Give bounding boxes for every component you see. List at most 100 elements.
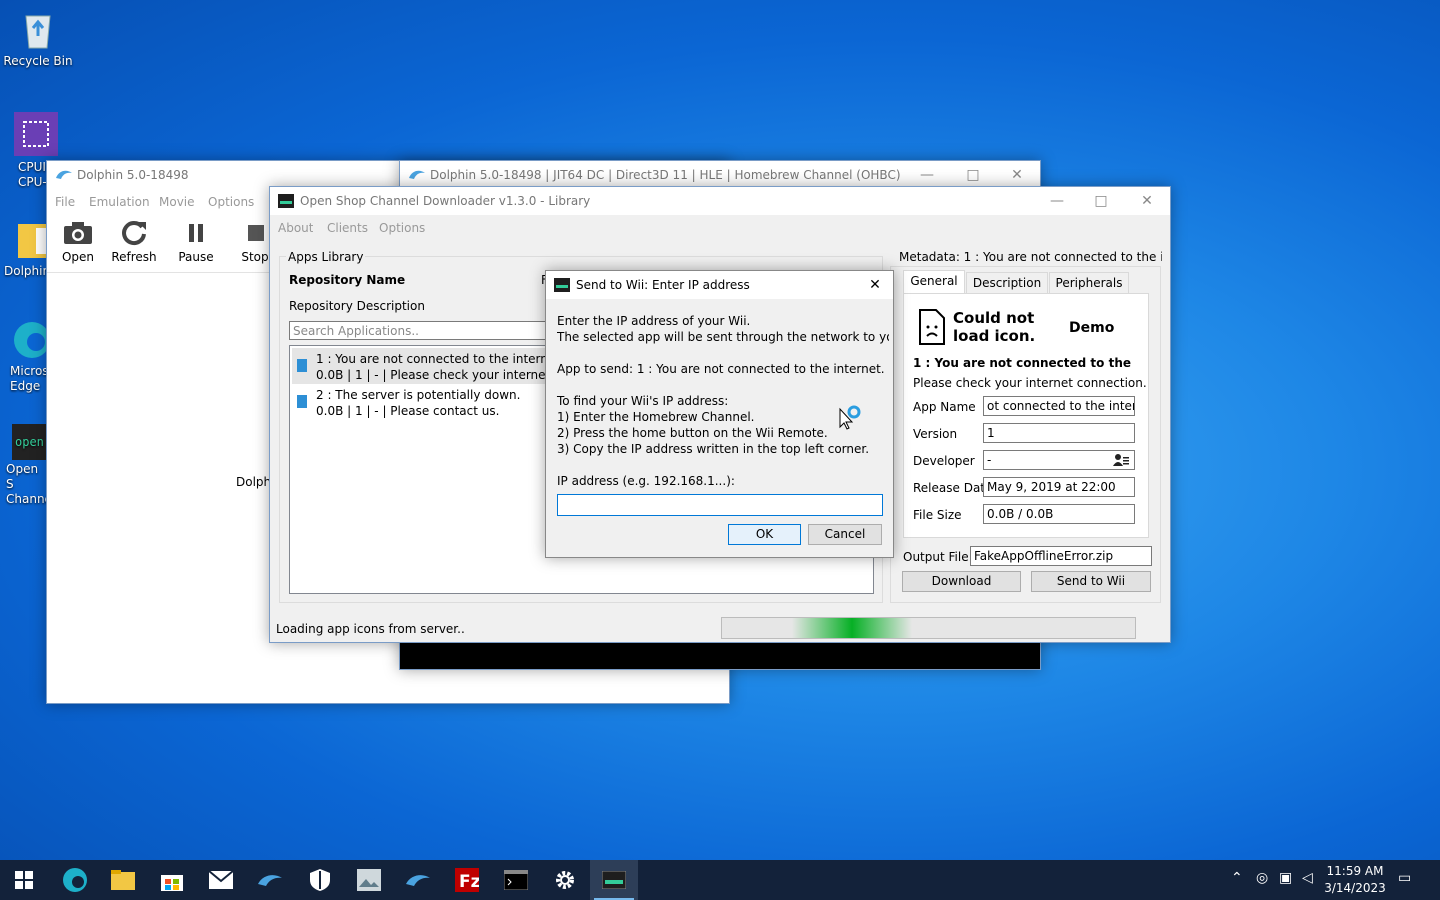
output-file-label: Output File (903, 550, 969, 564)
close-button[interactable]: ✕ (994, 161, 1040, 189)
store-icon (161, 875, 183, 891)
app-name-field[interactable]: ot connected to the internet. (983, 396, 1135, 416)
tab-peripherals[interactable]: Peripherals (1049, 272, 1129, 294)
list-item-detail: 0.0B | 1 | - | Please check your interne… (316, 368, 546, 382)
dolphin-menu-file[interactable]: File (55, 195, 75, 209)
close-button[interactable]: ✕ (856, 271, 894, 299)
open-button[interactable]: Open (50, 218, 106, 264)
clock[interactable]: 11:59 AM 3/14/2023 (1323, 863, 1387, 897)
desktop-icon-recycle-bin[interactable]: Recycle Bin (0, 8, 76, 69)
taskbar-image-app[interactable] (345, 860, 393, 900)
taskbar-file-explorer[interactable] (99, 860, 147, 900)
pause-button[interactable]: Pause (168, 218, 224, 264)
repository-description: Repository Description (289, 299, 425, 313)
send-to-wii-button[interactable]: Send to Wii (1031, 571, 1151, 592)
taskbar-security[interactable] (296, 860, 344, 900)
cpu-icon (12, 110, 60, 158)
ok-button[interactable]: OK (728, 524, 801, 545)
app-title: 1 : You are not connected to the (913, 356, 1132, 370)
tab-description[interactable]: Description (966, 272, 1048, 294)
version-field[interactable]: 1 (983, 423, 1135, 443)
output-file-field[interactable]: FakeAppOfflineError.zip (970, 546, 1152, 566)
repository-name: Repository Name (289, 273, 406, 287)
download-button[interactable]: Download (902, 571, 1021, 592)
taskbar-terminal[interactable] (492, 860, 540, 900)
taskbar-mail[interactable] (197, 860, 245, 900)
maximize-button[interactable]: □ (950, 161, 996, 189)
desktop-icon-dolphin[interactable]: Dolphin (0, 218, 50, 279)
release-date-label: Release Date (913, 481, 993, 495)
start-button[interactable] (0, 860, 48, 900)
dolphin-game-list-text: Dolphi (236, 475, 270, 489)
progress-bar (721, 617, 1136, 639)
file-size-field[interactable]: 0.0B / 0.0B (983, 504, 1135, 524)
taskbar: Fz ⌃ ◎ ▣ ◁ 11:59 AM 3/14/2023 ▭ (0, 860, 1440, 900)
taskbar-store[interactable] (148, 860, 196, 900)
minimize-button[interactable]: — (1034, 187, 1080, 215)
dialog-intro-line2: The selected app will be sent through th… (557, 330, 889, 344)
svg-text:Fz: Fz (459, 872, 479, 892)
developer-label: Developer (913, 454, 975, 468)
desktop-icon-edge[interactable]: Micros Edge (0, 318, 50, 394)
folder-icon (111, 870, 135, 890)
osc-titlebar[interactable]: Open Shop Channel Downloader v1.3.0 - Li… (270, 187, 1170, 215)
desktop-icon-open-shop[interactable]: open Open S Channe (0, 424, 48, 507)
dolphin-menu-movie[interactable]: Movie (159, 195, 195, 209)
taskbar-settings[interactable] (541, 860, 589, 900)
chevron-up-icon[interactable]: ⌃ (1231, 870, 1243, 886)
network-icon[interactable]: ▣ (1279, 870, 1292, 886)
metadata-header: Metadata: 1 : You are not connected to t… (899, 250, 1162, 264)
taskbar-edge[interactable] (51, 860, 99, 900)
dialog-step2: 2) Press the home button on the Wii Remo… (557, 426, 828, 440)
mail-icon (209, 871, 233, 889)
dialog-titlebar[interactable]: Send to Wii: Enter IP address ✕ (546, 271, 893, 299)
app-file-icon (297, 395, 307, 408)
osc-menu-about[interactable]: About (278, 221, 313, 235)
osc-menu-clients[interactable]: Clients (327, 221, 368, 235)
dolphin-render-titlebar[interactable]: Dolphin 5.0-18498 | JIT64 DC | Direct3D … (400, 161, 1040, 187)
app-file-icon (297, 359, 307, 372)
terminal-icon: open (12, 424, 48, 460)
refresh-icon (106, 218, 162, 246)
icon-error-text: Could not load icon. (953, 309, 1036, 345)
taskbar-dolphin-2[interactable] (394, 860, 442, 900)
minimize-button[interactable]: — (904, 161, 950, 189)
taskbar-osc-downloader[interactable] (590, 860, 638, 900)
osc-app-icon (278, 194, 294, 208)
picture-icon (357, 869, 381, 891)
notifications-icon[interactable]: ▭ (1398, 870, 1411, 886)
dolphin-menu-options[interactable]: Options (208, 195, 254, 209)
osc-app-icon (554, 278, 570, 292)
dolphin-icon (406, 875, 430, 886)
webcam-icon[interactable]: ◎ (1256, 870, 1268, 886)
recycle-bin-icon (16, 8, 60, 52)
desktop-icon-cpu[interactable]: CPUI CPU- (0, 110, 58, 190)
clock-date: 3/14/2023 (1324, 881, 1386, 895)
osc-app-icon (602, 871, 626, 889)
stop-button[interactable]: Stop (240, 218, 270, 264)
stop-icon (240, 218, 270, 246)
osc-menu-options[interactable]: Options (379, 221, 425, 235)
close-button[interactable]: ✕ (1124, 187, 1170, 215)
shield-icon (310, 869, 330, 891)
folder-icon (18, 218, 48, 262)
dolphin-menu-emulation[interactable]: Emulation (89, 195, 150, 209)
dialog-step3: 3) Copy the IP address written in the to… (557, 442, 870, 456)
filezilla-icon: Fz (455, 868, 479, 892)
tab-general[interactable]: General (903, 270, 965, 294)
contact-card-icon[interactable] (1113, 453, 1129, 467)
search-applications-input[interactable]: Search Applications.. (289, 321, 546, 340)
ip-address-input[interactable] (557, 494, 883, 516)
demo-label: Demo (1069, 320, 1115, 336)
volume-muted-icon[interactable]: ◁ (1302, 870, 1313, 886)
maximize-button[interactable]: □ (1078, 187, 1124, 215)
taskbar-filezilla[interactable]: Fz (443, 860, 491, 900)
cancel-button[interactable]: Cancel (808, 524, 882, 545)
busy-cursor-icon (839, 403, 863, 431)
refresh-button[interactable]: Refresh (106, 218, 162, 264)
edge-icon (63, 868, 87, 892)
taskbar-dolphin[interactable] (246, 860, 294, 900)
ip-address-label: IP address (e.g. 192.168.1...): (557, 474, 735, 488)
pause-icon (168, 218, 224, 246)
release-date-field[interactable]: May 9, 2019 at 22:00 (983, 477, 1135, 497)
